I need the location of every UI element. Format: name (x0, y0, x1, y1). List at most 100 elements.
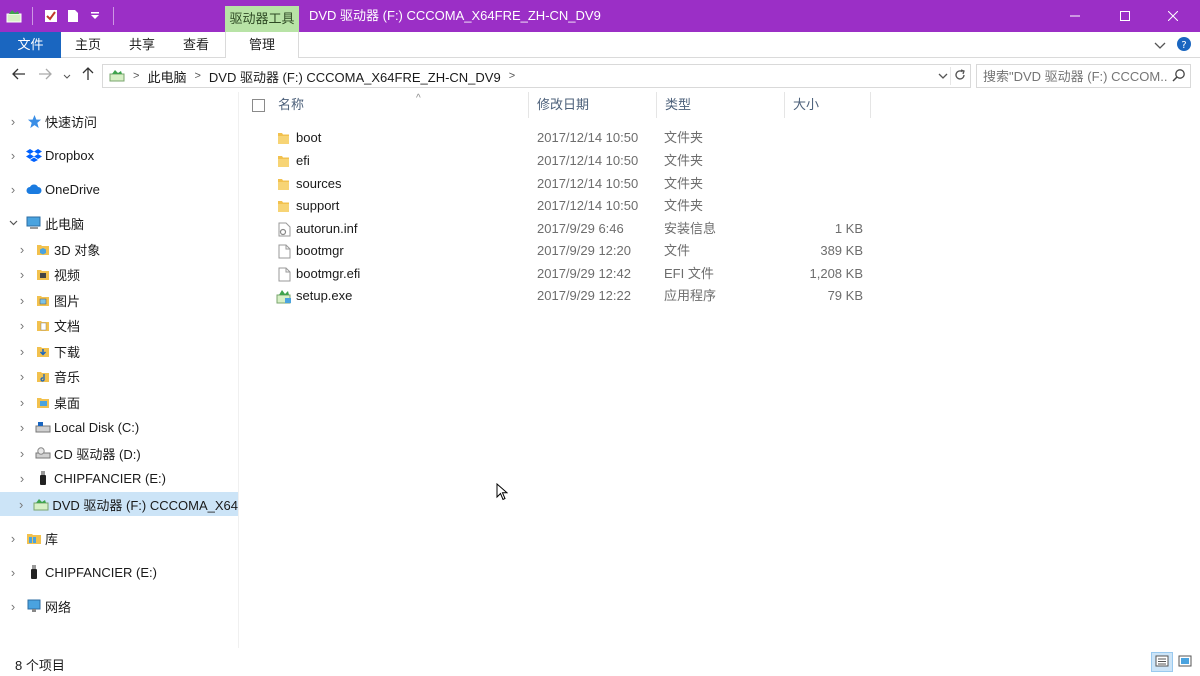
address-dropdown-icon[interactable] (938, 68, 948, 83)
up-button[interactable] (79, 66, 97, 84)
file-row-support[interactable]: support 2017/12/14 10:50 文件夹 (264, 195, 874, 217)
up-arrow-icon (82, 66, 94, 84)
file-row-boot[interactable]: boot 2017/12/14 10:50 文件夹 (264, 127, 874, 149)
file-row-sources[interactable]: sources 2017/12/14 10:50 文件夹 (264, 173, 874, 195)
tab-view[interactable]: 查看 (169, 32, 223, 58)
column-header-size[interactable]: 大小 (785, 92, 871, 118)
recent-locations-button[interactable] (58, 66, 76, 84)
expand-chevron-icon[interactable]: › (17, 497, 25, 512)
expand-chevron-icon[interactable]: › (8, 182, 18, 197)
file-date: 2017/9/29 12:22 (537, 288, 631, 303)
expand-chevron-icon[interactable]: › (8, 599, 18, 614)
select-all-checkbox[interactable] (252, 99, 265, 112)
tree-item-label: 3D 对象 (54, 242, 101, 258)
breadcrumb-separator[interactable]: > (133, 70, 139, 82)
expand-ribbon-icon[interactable] (1154, 38, 1166, 53)
customize-toolbar-icon[interactable] (87, 8, 103, 24)
expand-chevron-icon[interactable]: › (17, 242, 27, 257)
breadcrumb-separator[interactable]: > (194, 70, 200, 82)
minimize-button[interactable] (1052, 0, 1098, 32)
expand-chevron-icon[interactable]: › (17, 318, 27, 333)
maximize-button[interactable] (1102, 0, 1148, 32)
tree-item-label: 视频 (54, 267, 81, 283)
tab-manage[interactable]: 管理 (225, 32, 299, 59)
large-icons-view-button[interactable] (1174, 652, 1196, 672)
file-row-setup-exe[interactable]: setup.exe 2017/9/29 12:22 应用程序 79 KB (264, 285, 874, 307)
expand-chevron-icon[interactable]: › (8, 531, 18, 546)
file-icon (276, 243, 292, 259)
tree-item-videos[interactable]: › 视频 (0, 262, 238, 286)
file-type: EFI 文件 (664, 266, 714, 281)
tree-item-this-pc[interactable]: 此电脑 (0, 211, 238, 235)
back-button[interactable] (10, 66, 28, 84)
tree-item-documents[interactable]: › 文档 (0, 313, 238, 337)
tree-item-onedrive[interactable]: › OneDrive (0, 177, 238, 201)
refresh-button[interactable] (950, 67, 968, 85)
tree-item-local-disk-c[interactable]: › Local Disk (C:) (0, 415, 238, 439)
expand-chevron-icon[interactable]: › (17, 369, 27, 384)
file-date: 2017/12/14 10:50 (537, 198, 639, 213)
expand-chevron-icon[interactable]: › (17, 471, 27, 486)
new-folder-icon[interactable] (65, 8, 81, 24)
tree-item-dvd-drive-f[interactable]: › DVD 驱动器 (F:) CCCOMA_X64 (0, 492, 238, 516)
tab-file[interactable]: 文件 (0, 32, 61, 58)
collapse-chevron-icon[interactable] (8, 220, 18, 226)
expand-chevron-icon[interactable]: › (8, 114, 18, 129)
tree-item-cd-drive-d[interactable]: › CD 驱动器 (D:) (0, 441, 238, 465)
pane-splitter[interactable] (238, 92, 239, 648)
dvd-drive-icon (33, 496, 49, 512)
expand-chevron-icon[interactable]: › (17, 395, 27, 410)
tree-item-music[interactable]: › 音乐 (0, 364, 238, 388)
file-row-bootmgr-efi[interactable]: bootmgr.efi 2017/9/29 12:42 EFI 文件 1,208… (264, 263, 874, 285)
expand-chevron-icon[interactable]: › (8, 148, 18, 163)
ribbon-right-controls: ? (1154, 36, 1192, 55)
desktop-folder-icon (35, 394, 51, 410)
properties-icon[interactable] (43, 8, 59, 24)
file-row-autorun-inf[interactable]: autorun.inf 2017/9/29 6:46 安装信息 1 KB (264, 218, 874, 240)
address-bar[interactable]: > 此电脑 > DVD 驱动器 (F:) CCCOMA_X64FRE_ZH-CN… (102, 64, 971, 88)
expand-chevron-icon[interactable]: › (17, 344, 27, 359)
tree-item-dropbox[interactable]: › Dropbox (0, 143, 238, 167)
maximize-icon (1120, 9, 1130, 24)
tree-item-pictures[interactable]: › 图片 (0, 288, 238, 312)
breadcrumb-dvd-drive[interactable]: DVD 驱动器 (F:) CCCOMA_X64FRE_ZH-CN_DV9 (209, 67, 501, 86)
tree-item-chipfancier-e-root[interactable]: › CHIPFANCIER (E:) (0, 560, 238, 584)
tree-item-desktop[interactable]: › 桌面 (0, 390, 238, 414)
file-size: 1,208 KB (809, 266, 864, 281)
expand-chevron-icon[interactable]: › (8, 565, 18, 580)
file-row-bootmgr[interactable]: bootmgr 2017/9/29 12:20 文件 389 KB (264, 240, 874, 262)
cd-drive-icon (35, 445, 51, 461)
details-view-icon (1155, 655, 1169, 670)
search-icon[interactable] (1172, 68, 1186, 85)
back-arrow-icon (12, 68, 26, 83)
expand-chevron-icon[interactable]: › (17, 420, 27, 435)
tab-home[interactable]: 主页 (61, 32, 115, 58)
tree-item-chipfancier-e[interactable]: › CHIPFANCIER (E:) (0, 466, 238, 490)
column-header-name[interactable]: 名称 ^ (270, 92, 529, 118)
file-row-efi[interactable]: efi 2017/12/14 10:50 文件夹 (264, 150, 874, 172)
toolbar-separator (113, 7, 114, 25)
dvd-drive-icon (109, 68, 125, 85)
tree-item-downloads[interactable]: › 下载 (0, 339, 238, 363)
breadcrumb-this-pc[interactable]: 此电脑 (147, 67, 186, 86)
column-header-type[interactable]: 类型 (657, 92, 785, 118)
tree-item-quick-access[interactable]: › 快速访问 (0, 109, 238, 133)
search-input[interactable] (977, 65, 1167, 87)
close-button[interactable] (1150, 0, 1196, 32)
expand-chevron-icon[interactable]: › (17, 446, 27, 461)
tab-share[interactable]: 共享 (115, 32, 169, 58)
expand-chevron-icon[interactable]: › (17, 267, 27, 282)
tree-item-3d-objects[interactable]: › 3D 对象 (0, 237, 238, 261)
details-view-button[interactable] (1151, 652, 1173, 672)
expand-chevron-icon[interactable]: › (17, 293, 27, 308)
tree-item-network[interactable]: › 网络 (0, 594, 238, 618)
help-icon[interactable]: ? (1176, 36, 1192, 55)
tree-item-libraries[interactable]: › 库 (0, 526, 238, 550)
drive-app-icon[interactable] (6, 8, 22, 24)
breadcrumb-separator[interactable]: > (509, 70, 515, 82)
forward-button[interactable] (36, 66, 54, 84)
file-name: efi (296, 153, 310, 168)
column-header-date[interactable]: 修改日期 (529, 92, 657, 118)
search-box[interactable] (976, 64, 1191, 88)
settings-file-icon (276, 221, 292, 237)
